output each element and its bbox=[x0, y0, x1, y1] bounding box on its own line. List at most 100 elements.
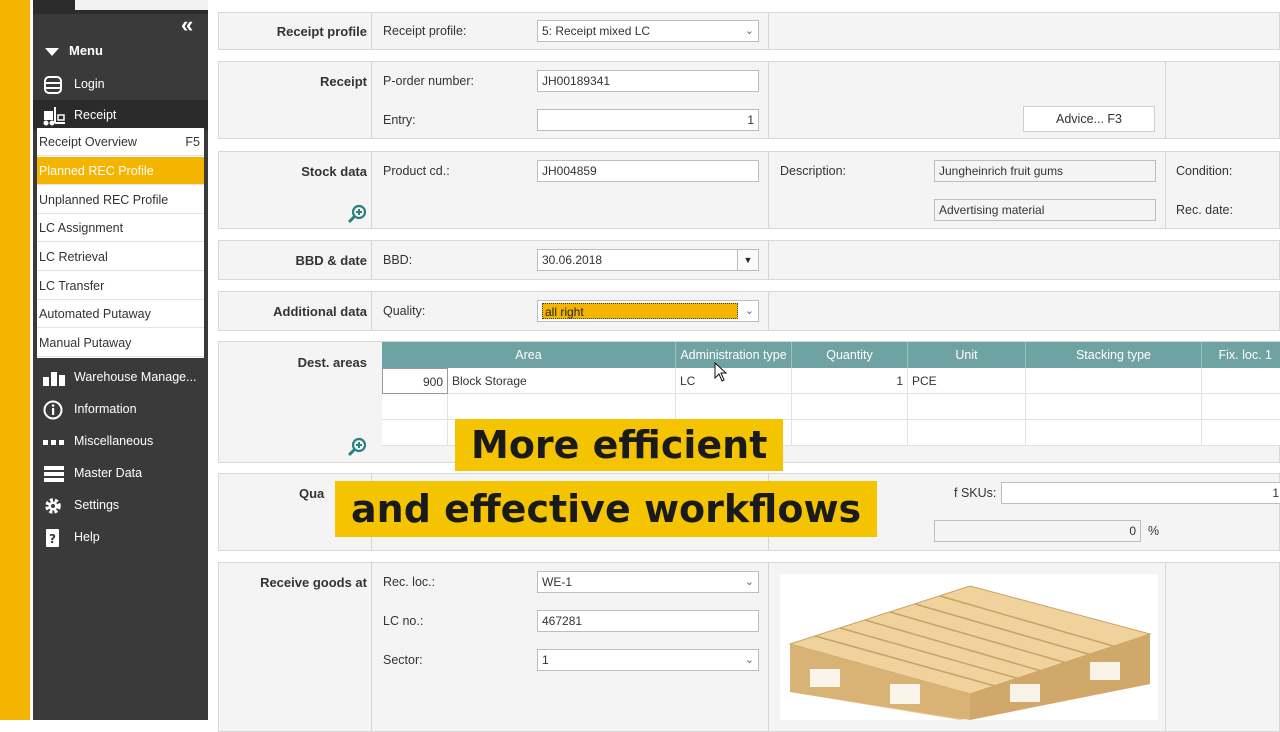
rec-loc-select[interactable]: WE-1 ⌄ bbox=[537, 571, 759, 593]
quality-label: Quality: bbox=[383, 304, 426, 318]
empty-cell bbox=[1026, 420, 1202, 446]
bbd-value: 30.06.2018 bbox=[542, 253, 603, 267]
section-divider bbox=[1165, 563, 1166, 731]
section-divider bbox=[371, 241, 372, 279]
menu-header[interactable]: Menu bbox=[45, 43, 103, 58]
section-divider bbox=[768, 62, 769, 138]
column-header-admin-type[interactable]: Administration type bbox=[676, 342, 792, 368]
percent-unit: % bbox=[1148, 524, 1160, 538]
submenu-item-unplanned-rec-profile[interactable]: Unplanned REC Profile bbox=[37, 186, 204, 214]
submenu-item-lc-transfer[interactable]: LC Transfer bbox=[37, 272, 204, 300]
receipt-profile-select[interactable]: 5: Receipt mixed LC ⌄ bbox=[537, 20, 759, 42]
fix-loc-cell bbox=[1202, 368, 1280, 394]
dest-table-header: Area Administration type Quantity Unit S… bbox=[382, 342, 1280, 368]
column-header-fix-loc[interactable]: Fix. loc. 1 bbox=[1202, 342, 1280, 368]
section-divider bbox=[371, 563, 372, 731]
sidebar-item-label: Receipt bbox=[74, 108, 117, 122]
submenu-item-automated-putaway[interactable]: Automated Putaway bbox=[37, 300, 204, 328]
section-divider bbox=[371, 13, 372, 49]
sector-value: 1 bbox=[542, 653, 549, 667]
sector-label: Sector: bbox=[383, 653, 423, 667]
sidebar-item-login[interactable]: Login bbox=[33, 69, 208, 99]
bbd-date-input[interactable]: 30.06.2018 ▼ bbox=[537, 249, 759, 271]
section-title: Additional data bbox=[273, 304, 367, 319]
rec-loc-label: Rec. loc.: bbox=[383, 575, 436, 589]
warehouse-icon bbox=[42, 368, 65, 386]
section-title: BBD & date bbox=[295, 253, 367, 268]
submenu-item-lc-assignment[interactable]: LC Assignment bbox=[37, 214, 204, 242]
receipt-section: Receipt P-order number: JH00189341 Entry… bbox=[218, 61, 1280, 139]
sidebar-item-miscellaneous[interactable]: Miscellaneous bbox=[33, 426, 208, 456]
empty-cell bbox=[382, 420, 448, 446]
percent-field: 0 bbox=[934, 520, 1141, 542]
receipt-profile-value: 5: Receipt mixed LC bbox=[542, 24, 651, 38]
quality-value: all right bbox=[542, 303, 738, 319]
product-input[interactable]: JH004859 bbox=[537, 160, 759, 182]
zoom-icon[interactable] bbox=[347, 203, 369, 225]
description-label: Description: bbox=[780, 164, 846, 178]
empty-cell bbox=[448, 394, 676, 420]
table-row[interactable]: 900 Block Storage LC 1 PCE bbox=[382, 368, 1280, 394]
quality-select[interactable]: all right ⌄ bbox=[537, 300, 759, 322]
sidebar-item-settings[interactable]: Settings bbox=[33, 490, 208, 520]
svg-text:?: ? bbox=[49, 532, 56, 546]
submenu-item-receipt-overview[interactable]: Receipt Overview F5 bbox=[37, 128, 204, 156]
sidebar-item-label: Login bbox=[74, 77, 105, 91]
area-number-cell[interactable]: 900 bbox=[382, 368, 448, 394]
column-header-area[interactable]: Area bbox=[382, 342, 676, 368]
submenu-item-planned-rec-profile[interactable]: Planned REC Profile bbox=[37, 157, 204, 185]
sidebar-item-warehouse-management[interactable]: Warehouse Manage... bbox=[33, 362, 208, 392]
zoom-icon[interactable] bbox=[347, 436, 369, 458]
column-header-quantity[interactable]: Quantity bbox=[792, 342, 908, 368]
sidebar-item-label: Help bbox=[74, 530, 100, 544]
section-divider bbox=[371, 292, 372, 330]
mouse-cursor-icon bbox=[714, 361, 728, 382]
empty-cell bbox=[908, 394, 1026, 420]
description-field-1: Jungheinrich fruit gums bbox=[934, 160, 1156, 182]
table-row[interactable] bbox=[382, 394, 1280, 420]
chevron-down-icon: ⌄ bbox=[744, 305, 754, 317]
lc-no-label: LC no.: bbox=[383, 614, 424, 628]
sidebar-item-label: Warehouse Manage... bbox=[74, 370, 197, 384]
skus-input[interactable]: 1 bbox=[1001, 482, 1280, 504]
login-icon bbox=[42, 75, 64, 94]
sidebar-item-master-data[interactable]: Master Data bbox=[33, 458, 208, 488]
empty-cell bbox=[908, 420, 1026, 446]
sidebar-top-tab bbox=[75, 0, 208, 10]
porder-input[interactable]: JH00189341 bbox=[537, 70, 759, 92]
sidebar-item-receipt[interactable]: Receipt bbox=[33, 100, 208, 130]
section-title: Stock data bbox=[301, 164, 367, 179]
section-divider bbox=[768, 292, 769, 330]
lc-no-input[interactable]: 467281 bbox=[537, 610, 759, 632]
section-divider bbox=[371, 152, 372, 228]
pallet-image bbox=[780, 574, 1158, 720]
info-icon bbox=[42, 400, 64, 420]
calendar-dropdown-icon[interactable]: ▼ bbox=[737, 250, 758, 270]
submenu-item-label: Unplanned REC Profile bbox=[39, 193, 169, 207]
empty-cell bbox=[792, 420, 908, 446]
section-divider bbox=[768, 152, 769, 228]
porder-label: P-order number: bbox=[383, 74, 475, 88]
collapse-sidebar-icon[interactable]: « bbox=[181, 14, 193, 36]
bbd-section: BBD & date BBD: 30.06.2018 ▼ bbox=[218, 240, 1280, 280]
column-header-unit[interactable]: Unit bbox=[908, 342, 1026, 368]
unit-cell: PCE bbox=[908, 368, 1026, 394]
submenu-item-manual-putaway[interactable]: Manual Putaway bbox=[37, 329, 204, 357]
advice-button[interactable]: Advice... F3 bbox=[1023, 106, 1155, 132]
section-title: Receipt bbox=[320, 74, 367, 89]
bbd-label: BBD: bbox=[383, 253, 413, 267]
entry-input[interactable]: 1 bbox=[537, 109, 759, 131]
column-header-stacking-type[interactable]: Stacking type bbox=[1026, 342, 1202, 368]
sidebar-item-information[interactable]: Information bbox=[33, 394, 208, 424]
submenu-item-lc-retrieval[interactable]: LC Retrieval bbox=[37, 243, 204, 271]
chevron-down-icon: ⌄ bbox=[744, 25, 754, 37]
sidebar-item-label: Miscellaneous bbox=[74, 434, 154, 448]
section-title: Qua bbox=[299, 486, 325, 501]
empty-cell bbox=[792, 394, 908, 420]
sidebar-item-label: Master Data bbox=[74, 466, 143, 480]
sector-select[interactable]: 1 ⌄ bbox=[537, 649, 759, 671]
empty-cell bbox=[676, 394, 792, 420]
sidebar-item-help[interactable]: ? Help bbox=[33, 522, 208, 552]
shortcut-key: F5 bbox=[185, 135, 200, 149]
rec-date-label: Rec. date: bbox=[1176, 203, 1233, 217]
